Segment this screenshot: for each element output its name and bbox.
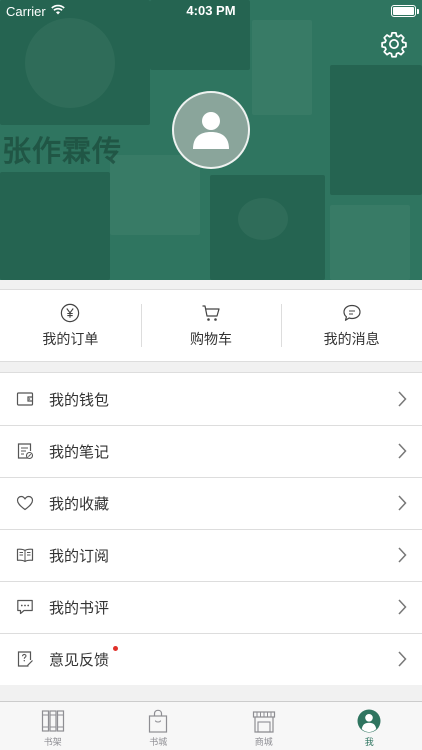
status-bar: Carrier 4:03 PM (0, 0, 422, 22)
bg-book-cover (252, 20, 312, 115)
notification-dot (113, 645, 118, 651)
tab-me[interactable]: 我 (317, 702, 422, 750)
bg-book-cover (25, 18, 115, 108)
chevron-right-icon (398, 391, 407, 407)
book-icon (16, 548, 34, 563)
menu-row-label: 我的书评 (49, 598, 110, 617)
my-orders-button[interactable]: 我的订单 (0, 290, 141, 361)
menu-row-label: 意见反馈 (49, 645, 397, 670)
tab-mall[interactable]: 商城 (211, 702, 317, 750)
tab-bookshelf[interactable]: 书架 (0, 702, 106, 750)
tab-label: 我 (364, 738, 374, 748)
profile-icon (357, 709, 381, 733)
feedback-icon (17, 651, 33, 667)
my-favorites-row[interactable]: 我的收藏 (0, 477, 422, 529)
tab-label: 书架 (43, 738, 62, 748)
yen-icon (61, 303, 80, 322)
quick-action-label: 我的订单 (42, 331, 99, 348)
menu-row-label: 我的钱包 (49, 390, 110, 409)
chevron-right-icon (398, 651, 407, 667)
my-subscriptions-row[interactable]: 我的订阅 (0, 529, 422, 581)
chevron-right-icon (398, 495, 407, 511)
shopping-cart-button[interactable]: 购物车 (140, 290, 282, 361)
avatar[interactable] (172, 91, 250, 169)
chevron-right-icon (398, 547, 407, 563)
comment-icon (17, 599, 33, 615)
quick-action-label: 我的消息 (323, 331, 380, 348)
bookshelf-icon (41, 710, 64, 732)
menu-row-label: 我的订阅 (49, 546, 110, 565)
tab-label: 商城 (254, 738, 273, 748)
quick-action-label: 购物车 (190, 331, 232, 348)
menu-row-label: 我的笔记 (49, 442, 110, 461)
bg-book-cover (330, 205, 410, 280)
bg-book-title: 张作霖传 (2, 134, 123, 168)
my-reviews-row[interactable]: 我的书评 (0, 581, 422, 633)
settings-gear-icon[interactable] (380, 30, 408, 58)
chevron-right-icon (398, 443, 407, 459)
bg-book-cover (238, 198, 288, 240)
heart-icon (16, 495, 34, 511)
battery-icon (391, 5, 419, 17)
bg-book-cover (110, 155, 200, 235)
bg-book-cover (330, 65, 422, 195)
tab-label: 书城 (149, 738, 168, 748)
tab-bookstore[interactable]: 书城 (106, 702, 212, 750)
note-icon (17, 443, 34, 460)
chevron-right-icon (398, 599, 407, 615)
menu-list: 我的钱包 我的笔记 我的收藏 我的订阅 我的书评 意见反馈 (0, 372, 422, 685)
bg-book-cover (0, 172, 110, 280)
quick-actions: 我的订单 购物车 我的消息 (0, 289, 422, 362)
wallet-icon (16, 392, 34, 406)
user-silhouette-icon (193, 112, 229, 149)
cart-icon (202, 304, 220, 321)
message-icon (343, 304, 361, 321)
feedback-label: 意见反馈 (49, 650, 110, 669)
tab-bar: 书架 书城 商城 我 (0, 701, 422, 750)
my-wallet-row[interactable]: 我的钱包 (0, 373, 422, 425)
clock: 4:03 PM (186, 3, 236, 18)
feedback-row[interactable]: 意见反馈 (0, 633, 422, 685)
my-notes-row[interactable]: 我的笔记 (0, 425, 422, 477)
profile-header: 张作霖传 Carrier 4:03 PM (0, 0, 422, 280)
menu-row-label: 我的收藏 (49, 494, 110, 513)
bag-icon (149, 709, 168, 733)
my-messages-button[interactable]: 我的消息 (281, 290, 422, 361)
store-icon (252, 711, 275, 733)
